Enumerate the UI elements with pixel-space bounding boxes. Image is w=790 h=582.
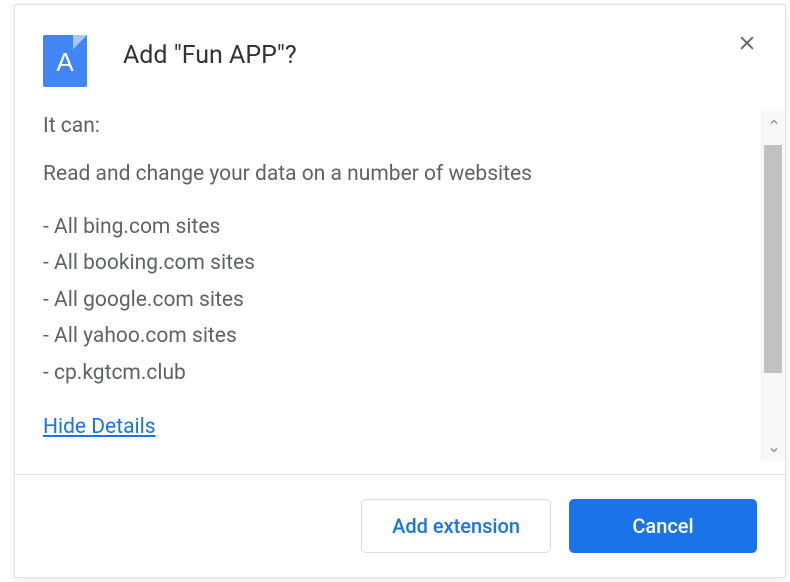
permissions-content: It can: Read and change your data on a n… [15, 111, 785, 461]
intro-text: It can: [43, 111, 757, 141]
permission-description: Read and change your data on a number of… [43, 159, 757, 189]
dialog-title: Add "Fun APP"? [123, 41, 297, 70]
scroll-down-button[interactable] [762, 439, 786, 461]
list-item: All booking.com sites [43, 248, 757, 278]
chevron-up-icon [768, 116, 780, 128]
dialog-header: A Add "Fun APP"? [15, 5, 785, 97]
scroll-up-button[interactable] [762, 111, 786, 133]
list-item: All bing.com sites [43, 212, 757, 242]
extension-icon-letter: A [56, 47, 73, 78]
sites-list: All bing.com sites All booking.com sites… [43, 212, 757, 388]
list-item: All yahoo.com sites [43, 321, 757, 351]
cancel-button[interactable]: Cancel [569, 499, 757, 553]
close-button[interactable] [733, 29, 761, 57]
list-item: All google.com sites [43, 285, 757, 315]
add-extension-button[interactable]: Add extension [361, 499, 551, 553]
chevron-down-icon [768, 444, 780, 456]
extension-icon: A [43, 35, 87, 87]
close-icon [737, 33, 757, 53]
scrollbar[interactable] [761, 111, 785, 461]
content-wrapper: It can: Read and change your data on a n… [15, 111, 785, 461]
dialog-footer: Add extension Cancel [15, 474, 785, 577]
extension-install-dialog: A Add "Fun APP"? It can: Read and change… [14, 4, 786, 578]
list-item: cp.kgtcm.club [43, 358, 757, 388]
hide-details-link[interactable]: Hide Details [43, 412, 156, 442]
scroll-thumb[interactable] [764, 145, 782, 373]
